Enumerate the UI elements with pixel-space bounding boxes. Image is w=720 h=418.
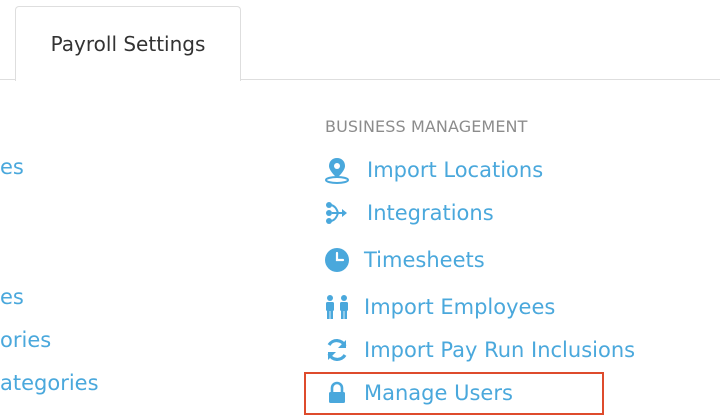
people-icon: [323, 293, 351, 321]
menu-item-label: Import Employees: [364, 295, 556, 319]
menu-item-import-employees[interactable]: Import Employees: [323, 292, 555, 322]
menu-item-label: Import Locations: [367, 158, 544, 182]
tab-payroll-settings[interactable]: Payroll Settings: [15, 6, 241, 81]
refresh-icon: [323, 336, 351, 364]
menu-item-manage-users[interactable]: Manage Users: [323, 378, 513, 408]
tab-bar: Payroll Settings: [0, 0, 720, 81]
menu-item-timesheets[interactable]: Timesheets: [323, 245, 485, 275]
left-link-1[interactable]: es: [0, 155, 24, 179]
left-link-3[interactable]: ories: [0, 328, 51, 352]
menu-item-label: Import Pay Run Inclusions: [364, 338, 636, 362]
clock-icon: [323, 246, 351, 274]
left-link-4[interactable]: ategories: [0, 371, 99, 395]
menu-item-label: Manage Users: [364, 381, 513, 405]
lock-icon: [323, 379, 351, 407]
tab-label: Payroll Settings: [50, 32, 206, 56]
menu-item-import-locations[interactable]: Import Locations: [323, 155, 543, 185]
location-pin-icon: [323, 156, 351, 184]
menu-item-label: Integrations: [367, 201, 494, 225]
integrations-icon: [323, 199, 351, 227]
menu-item-integrations[interactable]: Integrations: [323, 198, 494, 228]
menu-item-import-pay-run-inclusions[interactable]: Import Pay Run Inclusions: [323, 335, 635, 365]
menu-item-label: Timesheets: [364, 248, 485, 272]
left-link-2[interactable]: es: [0, 285, 24, 309]
section-heading-business-management: BUSINESS MANAGEMENT: [325, 117, 528, 136]
